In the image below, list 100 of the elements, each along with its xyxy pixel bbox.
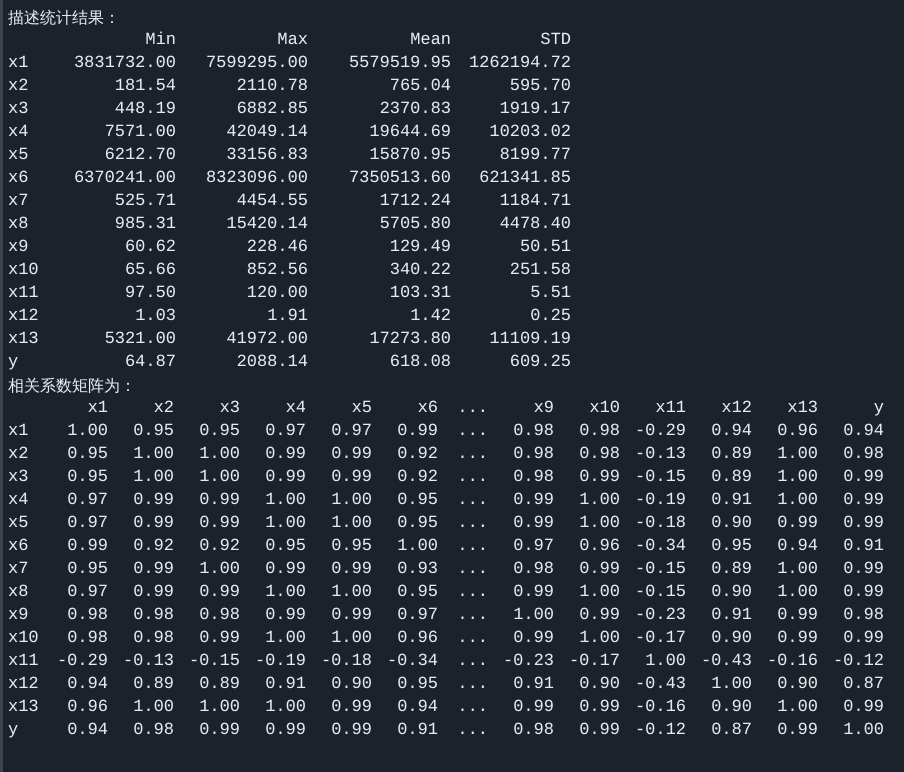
table-cell-text: 1184.71 <box>498 191 571 213</box>
table-cell-text: 0.99 <box>842 559 884 581</box>
table-cell-text: 0.99 <box>578 697 620 719</box>
table-cell-text: 1.00 <box>132 467 174 489</box>
table-cell-text: 0.99 <box>264 467 306 489</box>
table-cell-text: -0.29 <box>56 651 108 673</box>
table-cell-text: 0.94 <box>842 421 884 443</box>
table-cell-text: -0.12 <box>832 651 884 673</box>
table-cell-text: 0.91 <box>710 490 752 512</box>
table-cell-text: 0.95 <box>396 582 438 604</box>
table-cell-text: -0.29 <box>634 421 686 443</box>
row-label: x5 <box>8 513 30 535</box>
table-cell-text: 1.03 <box>134 306 176 328</box>
table-cell-text: 765.04 <box>388 76 451 98</box>
table-cell-text: 0.99 <box>198 628 240 650</box>
table-cell-text: 1.00 <box>330 582 372 604</box>
column-header: y <box>872 398 884 420</box>
table-cell-text: 609.25 <box>508 352 571 374</box>
row-label: x12 <box>8 306 40 328</box>
table-cell-text: 5.51 <box>529 283 571 305</box>
table-cell-text: 0.92 <box>396 467 438 489</box>
table-cell-text: 0.97 <box>330 421 372 443</box>
table-cell-text: -0.15 <box>634 582 686 604</box>
table-cell-text: 1.00 <box>776 444 818 466</box>
table-cell-text: 0.99 <box>66 536 108 558</box>
table-cell-text: 0.99 <box>132 490 174 512</box>
table-cell-text: 0.95 <box>132 421 174 443</box>
column-header: x4 <box>284 398 306 420</box>
table-cell-text: -0.16 <box>634 697 686 719</box>
table-cell-text: 1.00 <box>264 513 306 535</box>
column-header: Max <box>276 30 308 52</box>
table-cell-text: 0.99 <box>512 582 554 604</box>
row-label: x6 <box>8 536 30 558</box>
table-cell-text: 0.98 <box>512 559 554 581</box>
table-cell-text: 0.99 <box>842 513 884 535</box>
column-header: ... <box>456 398 488 420</box>
row-label: x13 <box>8 329 40 351</box>
table-cell-text: 1.00 <box>710 674 752 696</box>
table-cell-text: -0.16 <box>766 651 818 673</box>
table-cell-text: -0.15 <box>634 467 686 489</box>
row-label: x1 <box>8 421 30 443</box>
table-cell-text: 0.89 <box>710 467 752 489</box>
table-cell-text: 1.00 <box>198 697 240 719</box>
table-cell-text: 0.95 <box>66 559 108 581</box>
table-cell-text: 0.98 <box>198 605 240 627</box>
table-cell-text: 2370.83 <box>378 99 451 121</box>
table-cell-text: 5579519.95 <box>348 53 451 75</box>
table-cell-text: 103.31 <box>388 283 451 305</box>
table-cell-text: 0.91 <box>396 720 438 742</box>
column-header: Mean <box>409 30 451 52</box>
table-cell-text: 97.50 <box>124 283 176 305</box>
table-cell-text: 1.00 <box>66 421 108 443</box>
table-cell-text: 0.95 <box>66 444 108 466</box>
table-cell-text: 7350513.60 <box>348 168 451 190</box>
table-cell-text: 1.00 <box>132 697 174 719</box>
table-cell-text: -0.18 <box>634 513 686 535</box>
table-cell-text: -0.19 <box>634 490 686 512</box>
table-cell-text: 1.00 <box>198 559 240 581</box>
table-cell-text: 1.00 <box>132 444 174 466</box>
table-cell-text: 0.87 <box>842 674 884 696</box>
column-header: STD <box>539 30 571 52</box>
table-cell-text: 1.00 <box>264 582 306 604</box>
table-cell-text: 595.70 <box>508 76 571 98</box>
table-cell-text: 0.99 <box>330 444 372 466</box>
table-cell-text: 1.00 <box>330 628 372 650</box>
table-cell-text: -0.19 <box>254 651 306 673</box>
table-cell-text: 0.94 <box>710 421 752 443</box>
table-cell-text: 1.00 <box>198 444 240 466</box>
table-cell-text: 0.91 <box>512 674 554 696</box>
table-cell-text: 0.99 <box>842 490 884 512</box>
table-cell-text: ... <box>456 444 488 466</box>
table-cell-text: 0.93 <box>396 559 438 581</box>
table-cell-text: 50.51 <box>518 237 571 259</box>
table-cell-text: -0.17 <box>568 651 620 673</box>
row-label: x11 <box>8 651 40 673</box>
table-cell-text: 0.97 <box>66 490 108 512</box>
table-cell-text: 0.92 <box>132 536 174 558</box>
table-cell-text: 0.95 <box>710 536 752 558</box>
column-header: x6 <box>416 398 438 420</box>
table-cell-text: 0.99 <box>842 582 884 604</box>
table-cell-text: 19644.69 <box>368 122 451 144</box>
table-cell-text: 0.96 <box>776 421 818 443</box>
table-cell-text: 6212.70 <box>104 145 176 167</box>
table-cell-text: 0.98 <box>512 444 554 466</box>
table-cell-text: 1.00 <box>776 697 818 719</box>
table-cell-text: 0.99 <box>396 421 438 443</box>
table-cell-text: 251.58 <box>508 260 571 282</box>
table-cell-text: 0.99 <box>198 490 240 512</box>
table-cell-text: 0.99 <box>330 605 372 627</box>
table-cell-text: 0.99 <box>264 720 306 742</box>
table-cell-text: 11109.19 <box>488 329 571 351</box>
table-cell-text: 1.00 <box>776 490 818 512</box>
table-cell-text: 0.98 <box>512 720 554 742</box>
table-cell-text: 1.00 <box>264 628 306 650</box>
table-cell-text: ... <box>456 605 488 627</box>
table-cell-text: 33156.83 <box>225 145 308 167</box>
table-cell-text: 0.95 <box>264 536 306 558</box>
table-cell-text: 0.98 <box>132 605 174 627</box>
table-cell-text: 0.98 <box>132 628 174 650</box>
table-cell-text: 0.98 <box>132 720 174 742</box>
